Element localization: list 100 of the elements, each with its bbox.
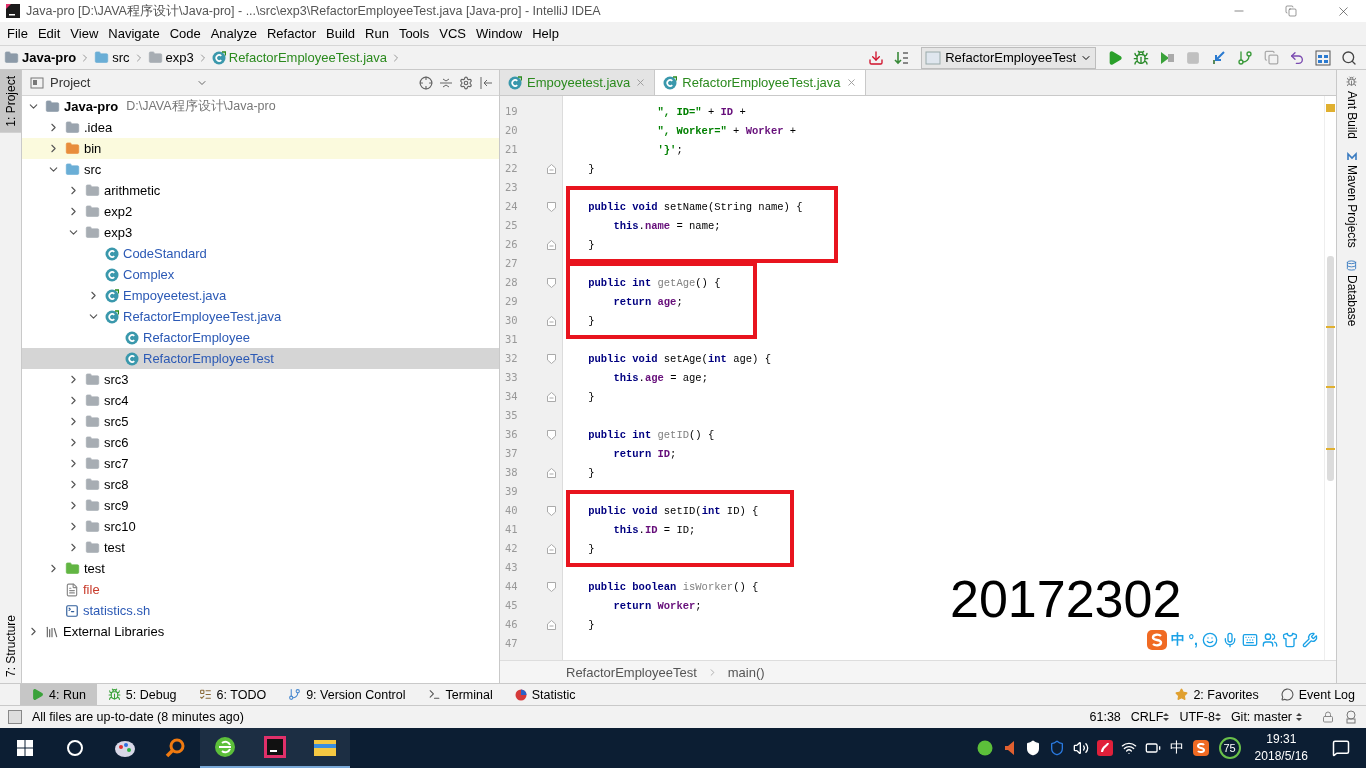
menu-item[interactable]: Run bbox=[360, 26, 394, 41]
tree-item[interactable]: src9 bbox=[22, 495, 499, 516]
tool-window-tab[interactable]: 6: TODO bbox=[187, 684, 278, 705]
scrollbar[interactable] bbox=[1324, 96, 1336, 660]
tree-item[interactable]: test bbox=[22, 537, 499, 558]
tree-item[interactable]: Empoyeetest.java bbox=[22, 285, 499, 306]
search-icon[interactable] bbox=[1341, 49, 1357, 66]
browser-tray-icon[interactable] bbox=[976, 740, 993, 756]
project-structure-icon[interactable] bbox=[1315, 49, 1331, 66]
revert-icon[interactable] bbox=[1289, 49, 1305, 66]
battery-icon[interactable] bbox=[1144, 740, 1161, 756]
notification-icon[interactable] bbox=[1332, 739, 1350, 757]
microphone-icon[interactable] bbox=[1222, 632, 1238, 648]
up-down-icon[interactable] bbox=[1163, 712, 1170, 722]
tree-item[interactable]: Java-pro D:\JAVA程序设计\Java-pro bbox=[22, 96, 499, 117]
commit-icon[interactable] bbox=[1237, 49, 1253, 66]
tool-window-tab[interactable]: 1: Project bbox=[0, 70, 21, 133]
inspector-icon[interactable] bbox=[1344, 710, 1358, 724]
app-tray-icon[interactable] bbox=[1096, 740, 1113, 756]
tree-item[interactable]: src bbox=[22, 159, 499, 180]
tree-item[interactable]: src7 bbox=[22, 453, 499, 474]
run-configuration-dropdown[interactable]: RefactorEmployeeTest bbox=[921, 46, 1096, 69]
menu-item[interactable]: Analyze bbox=[205, 26, 262, 41]
locate-icon[interactable] bbox=[419, 75, 433, 90]
fold-marker-icon[interactable] bbox=[547, 619, 556, 630]
line-separator[interactable]: CRLF bbox=[1130, 710, 1164, 724]
tree-item[interactable]: exp3 bbox=[22, 222, 499, 243]
update-icon[interactable] bbox=[1211, 49, 1227, 66]
shield-icon[interactable] bbox=[1024, 740, 1041, 756]
fold-marker-icon[interactable] bbox=[547, 201, 556, 212]
tree-item[interactable]: src8 bbox=[22, 474, 499, 495]
caret-position[interactable]: 61:38 bbox=[1089, 710, 1121, 724]
tree-item[interactable]: src4 bbox=[22, 390, 499, 411]
tool-window-tab[interactable]: Maven Projects bbox=[1337, 145, 1366, 254]
fold-marker-icon[interactable] bbox=[547, 163, 556, 174]
tree-item[interactable]: file bbox=[22, 579, 499, 600]
close-tab-icon[interactable] bbox=[845, 77, 857, 88]
breadcrumb-item[interactable]: RefactorEmployeeTest bbox=[566, 664, 697, 680]
taskbar-button[interactable] bbox=[200, 728, 250, 768]
breadcrumb-item[interactable]: src bbox=[112, 50, 130, 65]
wifi-icon[interactable] bbox=[1120, 740, 1137, 756]
users-icon[interactable] bbox=[1262, 632, 1278, 648]
fold-marker-icon[interactable] bbox=[547, 353, 556, 364]
lock-icon[interactable] bbox=[1322, 711, 1334, 723]
tree-item[interactable]: src6 bbox=[22, 432, 499, 453]
menu-item[interactable]: Code bbox=[164, 26, 206, 41]
breadcrumb-item[interactable]: RefactorEmployeeTest.java bbox=[228, 50, 387, 65]
tool-window-tab[interactable]: 5: Debug bbox=[96, 684, 188, 705]
performance-badge[interactable]: 75 bbox=[1218, 737, 1241, 759]
ime-tray-icon[interactable] bbox=[1192, 740, 1209, 756]
fold-marker-icon[interactable] bbox=[547, 391, 556, 402]
panel-title[interactable]: Project bbox=[50, 75, 190, 90]
hide-panel-icon[interactable] bbox=[479, 75, 493, 90]
run-icon[interactable] bbox=[1107, 49, 1123, 66]
tool-window-tab[interactable]: 7: Structure bbox=[0, 608, 21, 683]
shirt-icon[interactable] bbox=[1282, 632, 1298, 648]
tool-window-tab[interactable]: 9: Version Control bbox=[277, 684, 417, 705]
tree-item[interactable]: statistics.sh bbox=[22, 600, 499, 621]
clock[interactable]: 19:31 2018/5/16 bbox=[1246, 731, 1316, 765]
tree-item[interactable]: src3 bbox=[22, 369, 499, 390]
fold-marker-icon[interactable] bbox=[547, 429, 556, 440]
tool-window-tab[interactable]: Terminal bbox=[416, 684, 504, 705]
tool-window-tab[interactable]: Event Log bbox=[1269, 684, 1366, 705]
ime-indicator[interactable]: 中 bbox=[1164, 728, 1189, 768]
scrollbar-thumb[interactable] bbox=[1327, 256, 1334, 481]
editor-tab[interactable]: Empoyeetest.java bbox=[500, 70, 656, 95]
breadcrumb-item[interactable]: main() bbox=[727, 664, 765, 680]
debug-icon[interactable] bbox=[1133, 49, 1149, 66]
menu-item[interactable]: Help bbox=[527, 26, 564, 41]
download-icon[interactable] bbox=[868, 49, 885, 66]
tree-item[interactable]: .idea bbox=[22, 117, 499, 138]
fold-marker-icon[interactable] bbox=[547, 581, 556, 592]
start-icon[interactable] bbox=[17, 740, 33, 756]
tree-item[interactable]: exp2 bbox=[22, 201, 499, 222]
up-down-icon[interactable] bbox=[1214, 712, 1221, 722]
file-encoding[interactable]: UTF-8 bbox=[1179, 710, 1215, 724]
fold-marker-icon[interactable] bbox=[547, 315, 556, 326]
settings-icon[interactable] bbox=[459, 75, 473, 90]
up-down-icon[interactable] bbox=[1296, 712, 1302, 722]
tree-item[interactable]: src10 bbox=[22, 516, 499, 537]
fold-marker-icon[interactable] bbox=[547, 239, 556, 250]
fold-marker-icon[interactable] bbox=[547, 543, 556, 554]
menu-item[interactable]: Window bbox=[470, 26, 528, 41]
tree-item[interactable]: src5 bbox=[22, 411, 499, 432]
magnifier-icon[interactable] bbox=[164, 737, 186, 759]
tree-item[interactable]: RefactorEmployeeTest bbox=[22, 348, 499, 369]
tool-window-tab[interactable]: 2: Favorites bbox=[1164, 684, 1270, 705]
menu-item[interactable]: View bbox=[65, 26, 104, 41]
keyboard-icon[interactable] bbox=[1242, 632, 1258, 648]
wrench-icon[interactable] bbox=[1302, 632, 1318, 648]
status-icon[interactable] bbox=[8, 710, 22, 724]
tree-item[interactable]: CodeStandard bbox=[22, 243, 499, 264]
menu-item[interactable]: VCS bbox=[434, 26, 471, 41]
menu-item[interactable]: Edit bbox=[32, 26, 66, 41]
fold-marker-icon[interactable] bbox=[547, 277, 556, 288]
volume-icon[interactable] bbox=[1072, 740, 1089, 756]
tree-item[interactable]: RefactorEmployee bbox=[22, 327, 499, 348]
tool-window-tab[interactable]: Database bbox=[1337, 253, 1366, 333]
tree-item[interactable]: test bbox=[22, 558, 499, 579]
sort-icon[interactable] bbox=[894, 49, 911, 66]
